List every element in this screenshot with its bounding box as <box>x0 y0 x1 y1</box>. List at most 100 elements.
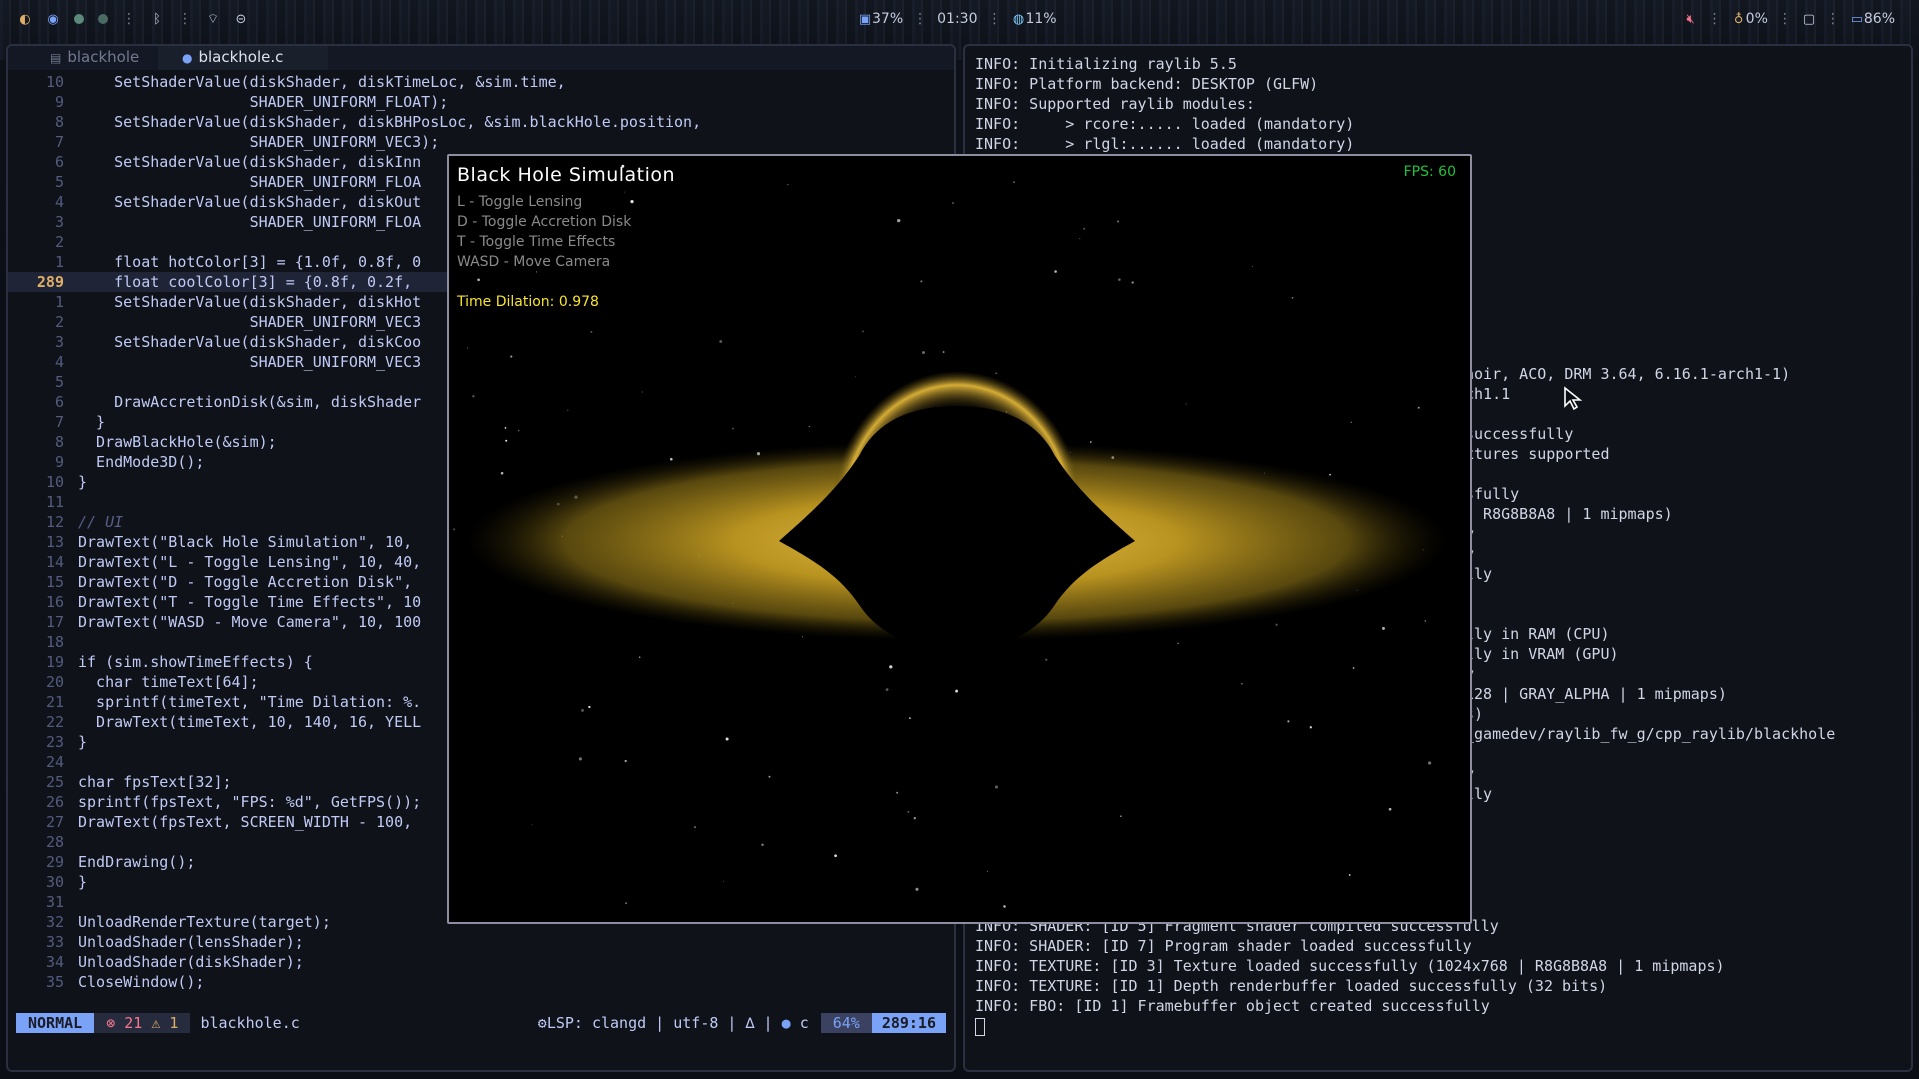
battery-indicator[interactable]: ▭86% <box>1850 11 1895 27</box>
clock[interactable]: 01:30 <box>937 11 977 27</box>
separator: ⋮ <box>987 11 1002 27</box>
encoding: utf-8 <box>673 1014 719 1032</box>
battery-icon: ▭ <box>1850 12 1864 27</box>
star <box>986 870 988 872</box>
help-camera: WASD - Move Camera <box>457 254 611 270</box>
code-text: CloseWindow(); <box>78 973 205 991</box>
code-line[interactable]: 9 SHADER_UNIFORM_FLOAT); <box>8 92 954 112</box>
bluetooth-icon[interactable]: ᛒ <box>150 12 164 27</box>
star <box>761 843 764 846</box>
star <box>1090 441 1092 443</box>
star <box>942 351 945 353</box>
volume-muted-icon[interactable]: 🔇︎ <box>1684 12 1698 27</box>
black-hole-scene <box>453 164 1447 908</box>
tab-blackhole[interactable]: ▤ blackhole <box>8 46 158 70</box>
star <box>1251 265 1254 268</box>
star <box>896 791 899 794</box>
star <box>1079 238 1081 240</box>
memory-indicator[interactable]: ▣37% <box>858 11 903 27</box>
terminal-cursor[interactable] <box>975 1017 985 1036</box>
code-line[interactable]: 34 UnloadShader(diskShader); <box>8 952 954 972</box>
star <box>922 351 925 354</box>
star <box>1382 626 1385 630</box>
line-number: 29 <box>45 853 64 871</box>
line-number: 22 <box>45 713 64 731</box>
line-number: 1 <box>54 293 64 311</box>
terminal-line: INFO: Supported raylib modules: <box>975 95 1255 113</box>
code-text: DrawText("D - Toggle Accretion Disk", <box>78 573 413 591</box>
workspace-dot-icon[interactable] <box>98 14 108 24</box>
line-number: 9 <box>54 453 64 471</box>
code-line[interactable]: 7 SHADER_UNIFORM_VEC3); <box>8 132 954 152</box>
cpu-icon: ◍ <box>1012 12 1025 27</box>
code-text: SetShaderValue(diskShader, diskOut <box>78 193 422 211</box>
code-text: float hotColor[3] = {1.0f, 0.8f, 0 <box>78 253 422 271</box>
error-count: 21 <box>124 1014 143 1032</box>
vim-mode: NORMAL <box>16 1013 95 1033</box>
clipboard-icon[interactable]: ▢ <box>1802 12 1816 27</box>
code-line[interactable]: 10 SetShaderValue(diskShader, diskTimeLo… <box>8 72 954 92</box>
code-text: DrawText("WASD - Move Camera", 10, 100 <box>78 613 422 631</box>
terminal-line-fragment: | R8G8B8A8 | 1 mipmaps) <box>1465 505 1673 523</box>
ghost-icon[interactable]: ◉ <box>46 12 60 27</box>
code-line[interactable]: 35 CloseWindow(); <box>8 972 954 992</box>
separator: ⋮ <box>1825 11 1840 27</box>
star <box>808 426 810 427</box>
star <box>1350 421 1352 424</box>
terminal-line: INFO: TEXTURE: [ID 3] Texture loaded suc… <box>975 957 1725 975</box>
line-number: 20 <box>45 673 64 691</box>
brightness-indicator[interactable]: ♁ 0% <box>1732 11 1768 27</box>
star <box>588 705 591 709</box>
topbar-left: ◐ ◉ ⋮ ᛒ ⋮ ⌔ ⊝ <box>18 0 248 38</box>
line-number: 21 <box>45 693 64 711</box>
terminal-line: INFO: > rlgl:...... loaded (mandatory) <box>975 135 1355 153</box>
status-right: ⚙LSP: clangd | utf-8 | ∆ | ● c 64% 289:1… <box>526 1013 946 1033</box>
line-number: 3 <box>54 333 64 351</box>
star <box>580 708 585 712</box>
editor-tabbar: ▤ blackhole ● blackhole.c <box>8 46 954 70</box>
code-text: } <box>78 413 106 431</box>
code-line[interactable]: 33 UnloadShader(lensShader); <box>8 932 954 952</box>
star <box>1348 874 1351 876</box>
terminal-line: INFO: FBO: [ID 1] Framebuffer object cre… <box>975 997 1490 1015</box>
star <box>1287 720 1290 723</box>
separator: ⋮ <box>178 11 192 27</box>
star <box>1083 227 1086 230</box>
line-number: 31 <box>45 893 64 911</box>
line-number: 3 <box>54 213 64 231</box>
delta-icon: ∆ <box>745 1014 755 1032</box>
code-text: DrawText(timeText, 10, 140, 16, YELL <box>78 713 422 731</box>
separator: ⋮ <box>122 11 136 27</box>
star <box>722 880 724 882</box>
top-status-bar: ◐ ◉ ⋮ ᛒ ⋮ ⌔ ⊝ ▣37% ⋮ 01:30 ⋮ ◍11% 🔇︎ ⋮ ♁… <box>0 0 1919 38</box>
code-text: sprintf(fpsText, "FPS: %d", GetFPS()); <box>78 793 422 811</box>
star <box>1424 620 1427 622</box>
star <box>1131 281 1134 284</box>
code-text: DrawText("T - Toggle Time Effects", 10 <box>78 593 422 611</box>
workspace-dot-icon[interactable] <box>74 14 84 24</box>
tab-blackhole-c[interactable]: ● blackhole.c <box>158 46 328 70</box>
line-number: 6 <box>54 153 64 171</box>
star <box>885 688 889 691</box>
help-accretion: D - Toggle Accretion Disk <box>457 214 632 230</box>
raylib-game-window[interactable]: Black Hole Simulation L - Toggle Lensing… <box>447 154 1472 924</box>
cpu-indicator[interactable]: ◍11% <box>1011 11 1057 27</box>
star <box>693 826 697 829</box>
terminal-output-top: INFO: Initializing raylib 5.5 INFO: Platf… <box>975 54 1905 154</box>
toggle-icon[interactable]: ⊝ <box>234 12 248 27</box>
arch-logo-icon[interactable]: ◐ <box>18 12 32 27</box>
editor-statusline: NORMAL ⊗ 21 ⚠ 1 blackhole.c ⚙LSP: clangd… <box>16 1013 946 1033</box>
code-text: EndDrawing(); <box>78 853 196 871</box>
status-filename: blackhole.c <box>200 1014 300 1032</box>
file-icon: ▤ <box>50 51 62 65</box>
diagnostics[interactable]: ⊗ 21 ⚠ 1 <box>94 1013 191 1033</box>
error-icon: ⊗ <box>106 1014 125 1032</box>
star <box>834 854 837 858</box>
star <box>1013 181 1015 183</box>
star <box>625 902 628 905</box>
network-icon[interactable]: ⌔ <box>206 11 220 27</box>
star <box>500 471 504 475</box>
star <box>889 665 893 669</box>
code-line[interactable]: 8 SetShaderValue(diskShader, diskBHPosLo… <box>8 112 954 132</box>
star <box>915 887 919 891</box>
